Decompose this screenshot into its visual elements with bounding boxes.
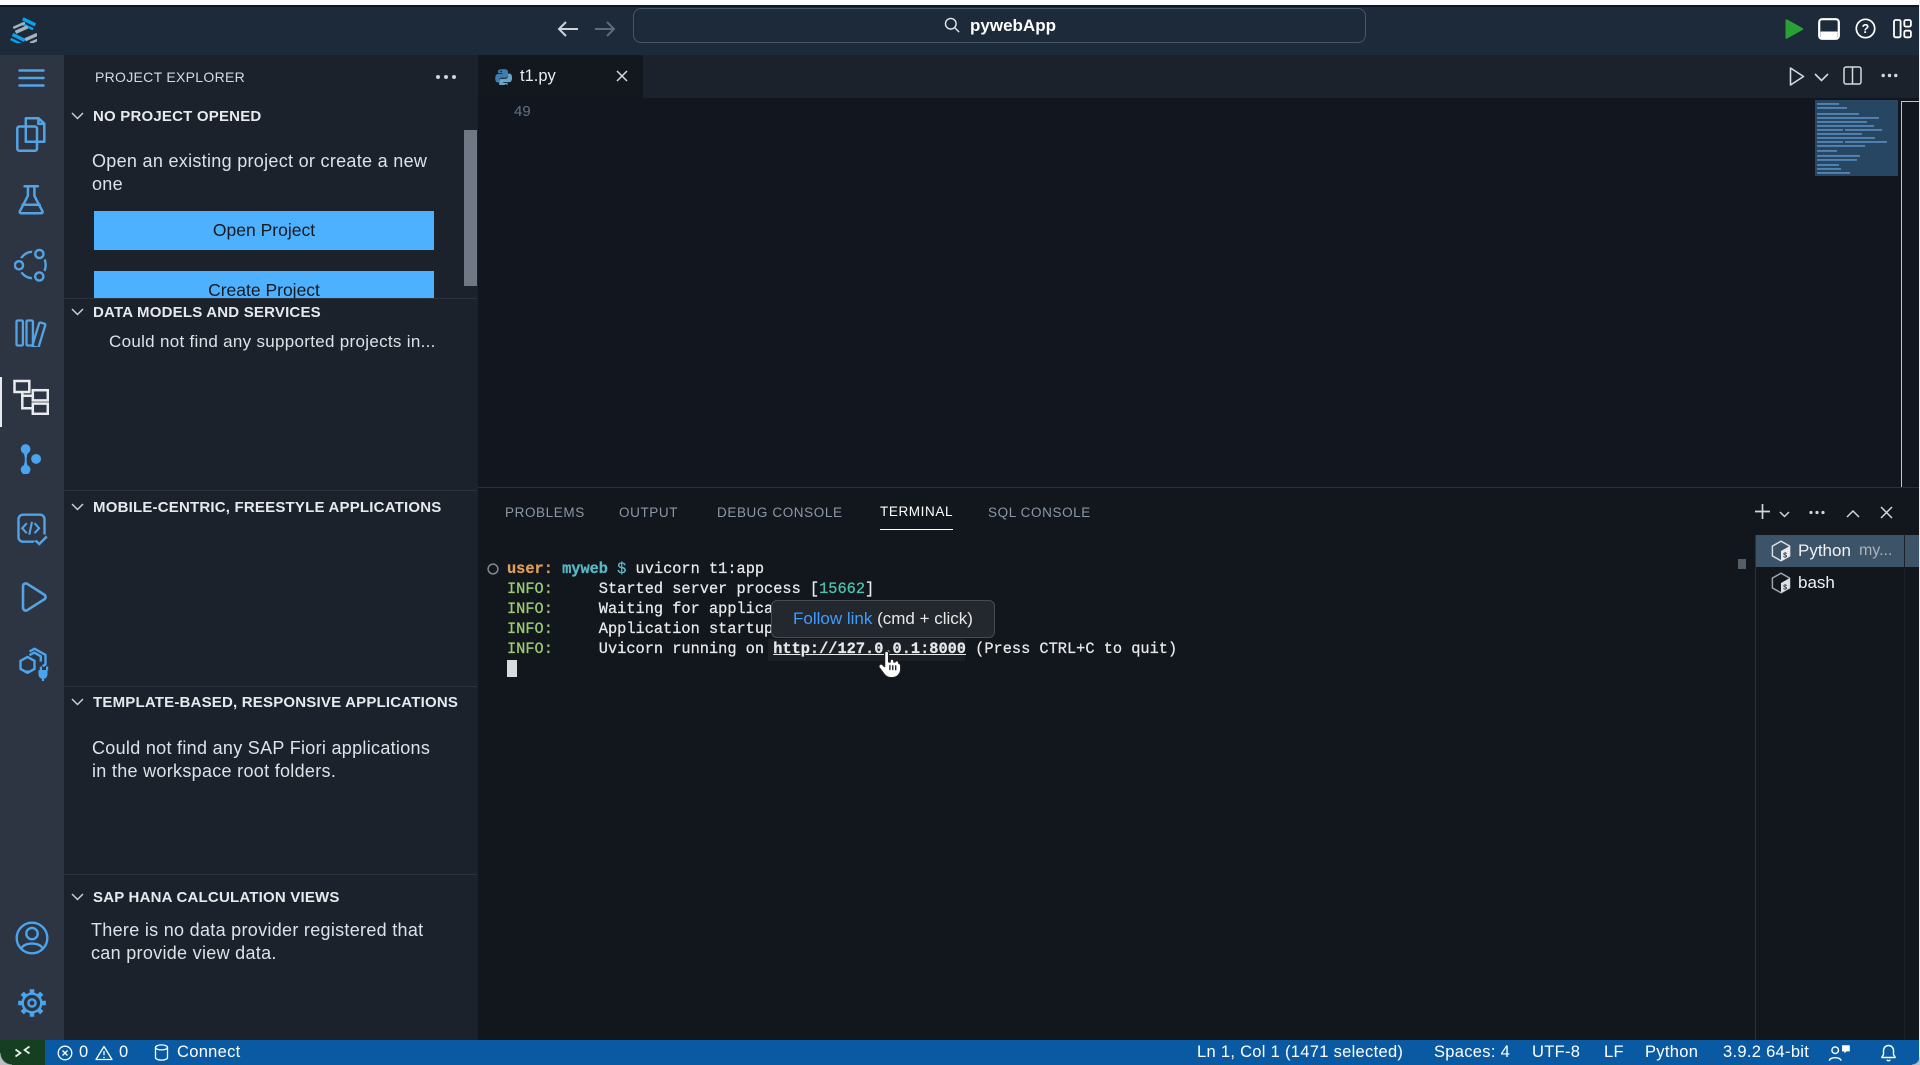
svg-text:$: $ [1783,585,1787,593]
svg-text:?: ? [1862,22,1870,36]
svg-text:$: $ [1783,553,1787,561]
